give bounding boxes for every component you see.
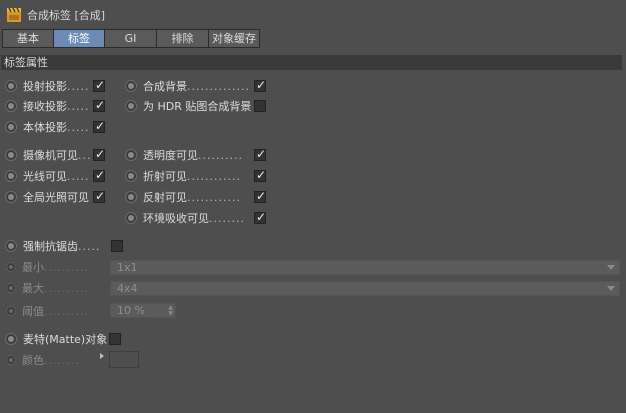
row-reflection-visible: 反射可见 ............ ✓ — [125, 188, 270, 206]
row-aa-max: 最大 .......... — [6, 279, 110, 297]
tab-basic[interactable]: 基本 — [2, 29, 54, 48]
rays-visible-checkbox[interactable]: ✓ — [93, 168, 106, 182]
window-title: 合成标签 [合成] — [27, 9, 106, 22]
animate-radio-icon[interactable] — [125, 191, 137, 203]
row-force-antialiasing: 强制抗锯齿 ..... — [5, 237, 125, 255]
receive-shadow-checkbox[interactable]: ✓ — [93, 98, 106, 112]
row-hdr-compositing-background: 为 HDR 贴图合成背景 — [125, 97, 270, 115]
checkmark-icon: ✓ — [94, 168, 106, 182]
camera-visible-checkbox[interactable]: ✓ — [93, 147, 106, 161]
expand-arrow-icon[interactable] — [100, 353, 104, 359]
animate-radio-icon[interactable] — [6, 306, 16, 316]
row-gi-visible: 全局光照可见 ✓ — [5, 188, 115, 206]
animate-radio-icon[interactable] — [6, 283, 16, 293]
checkmark-icon: ✓ — [94, 147, 106, 161]
row-aa-min: 最小 .......... — [6, 258, 110, 276]
self-shadow-checkbox[interactable]: ✓ — [93, 119, 106, 133]
animate-radio-icon[interactable] — [5, 170, 17, 182]
matte-color-swatch[interactable] — [109, 351, 139, 368]
tab-bar: 基本 标签 GI 排除 对象缓存 — [2, 29, 260, 48]
title-bar: 合成标签 [合成] — [0, 0, 626, 28]
checkmark-icon: ✓ — [94, 78, 106, 92]
row-matte-object: 麦特(Matte)对象 — [5, 330, 135, 348]
aa-max-dropdown[interactable]: 4x4 — [110, 281, 620, 296]
aa-min-dropdown[interactable]: 1x1 — [110, 260, 620, 275]
animate-radio-icon[interactable] — [5, 121, 17, 133]
dropdown-arrow-icon — [607, 265, 615, 270]
checkmark-icon: ✓ — [255, 189, 267, 203]
tab-tag[interactable]: 标签 — [53, 29, 105, 48]
ao-visible-checkbox[interactable]: ✓ — [254, 210, 267, 224]
row-camera-visible: 摄像机可见 ... ✓ — [5, 146, 115, 164]
transparency-visible-checkbox[interactable]: ✓ — [254, 147, 267, 161]
tab-object-cache[interactable]: 对象缓存 — [208, 29, 260, 48]
animate-radio-icon[interactable] — [125, 80, 137, 92]
row-cast-shadow: 投射投影 ..... ✓ — [5, 77, 115, 95]
checkmark-icon: ✓ — [255, 78, 267, 92]
compositing-background-checkbox[interactable]: ✓ — [254, 78, 267, 92]
animate-radio-icon[interactable] — [125, 170, 137, 182]
row-aa-threshold: 阈值 .......... — [6, 302, 110, 320]
animate-radio-icon[interactable] — [6, 262, 16, 272]
row-self-shadow: 本体投影 ..... ✓ — [5, 118, 115, 136]
row-transparency-visible: 透明度可见 .......... ✓ — [125, 146, 270, 164]
animate-radio-icon[interactable] — [5, 191, 17, 203]
animate-radio-icon[interactable] — [5, 240, 17, 252]
checkmark-icon: ✓ — [94, 189, 106, 203]
aa-threshold-field[interactable]: 10 % ▲ ▼ — [110, 303, 176, 318]
refraction-visible-checkbox[interactable]: ✓ — [254, 168, 267, 182]
animate-radio-icon[interactable] — [6, 355, 16, 365]
gi-visible-checkbox[interactable]: ✓ — [93, 189, 106, 203]
animate-radio-icon[interactable] — [5, 149, 17, 161]
tab-exclude[interactable]: 排除 — [156, 29, 209, 48]
animate-radio-icon[interactable] — [5, 100, 17, 112]
reflection-visible-checkbox[interactable]: ✓ — [254, 189, 267, 203]
dropdown-arrow-icon — [607, 286, 615, 291]
hdr-background-checkbox[interactable] — [254, 100, 266, 112]
row-refraction-visible: 折射可见 ............ ✓ — [125, 167, 270, 185]
animate-radio-icon[interactable] — [5, 80, 17, 92]
row-receive-shadow: 接收投影 ..... ✓ — [5, 97, 115, 115]
checkmark-icon: ✓ — [255, 147, 267, 161]
force-antialiasing-checkbox[interactable] — [111, 240, 123, 252]
checkmark-icon: ✓ — [94, 98, 106, 112]
animate-radio-icon[interactable] — [125, 212, 137, 224]
tab-gi[interactable]: GI — [104, 29, 157, 48]
row-compositing-background: 合成背景 .............. ✓ — [125, 77, 270, 95]
row-rays-visible: 光线可见 ..... ✓ — [5, 167, 115, 185]
checkmark-icon: ✓ — [94, 119, 106, 133]
animate-radio-icon[interactable] — [125, 149, 137, 161]
row-matte-color: 颜色 ........ — [6, 351, 110, 369]
spinner-arrows-icon[interactable]: ▲ ▼ — [168, 305, 173, 317]
checkmark-icon: ✓ — [255, 210, 267, 224]
matte-object-checkbox[interactable] — [109, 333, 121, 345]
section-header: 标签属性 — [1, 55, 622, 70]
animate-radio-icon[interactable] — [5, 333, 17, 345]
cast-shadow-checkbox[interactable]: ✓ — [93, 78, 106, 92]
row-ao-visible: 环境吸收可见 ........ ✓ — [125, 209, 270, 227]
clapper-tag-icon — [7, 7, 21, 22]
checkmark-icon: ✓ — [255, 168, 267, 182]
animate-radio-icon[interactable] — [125, 100, 137, 112]
